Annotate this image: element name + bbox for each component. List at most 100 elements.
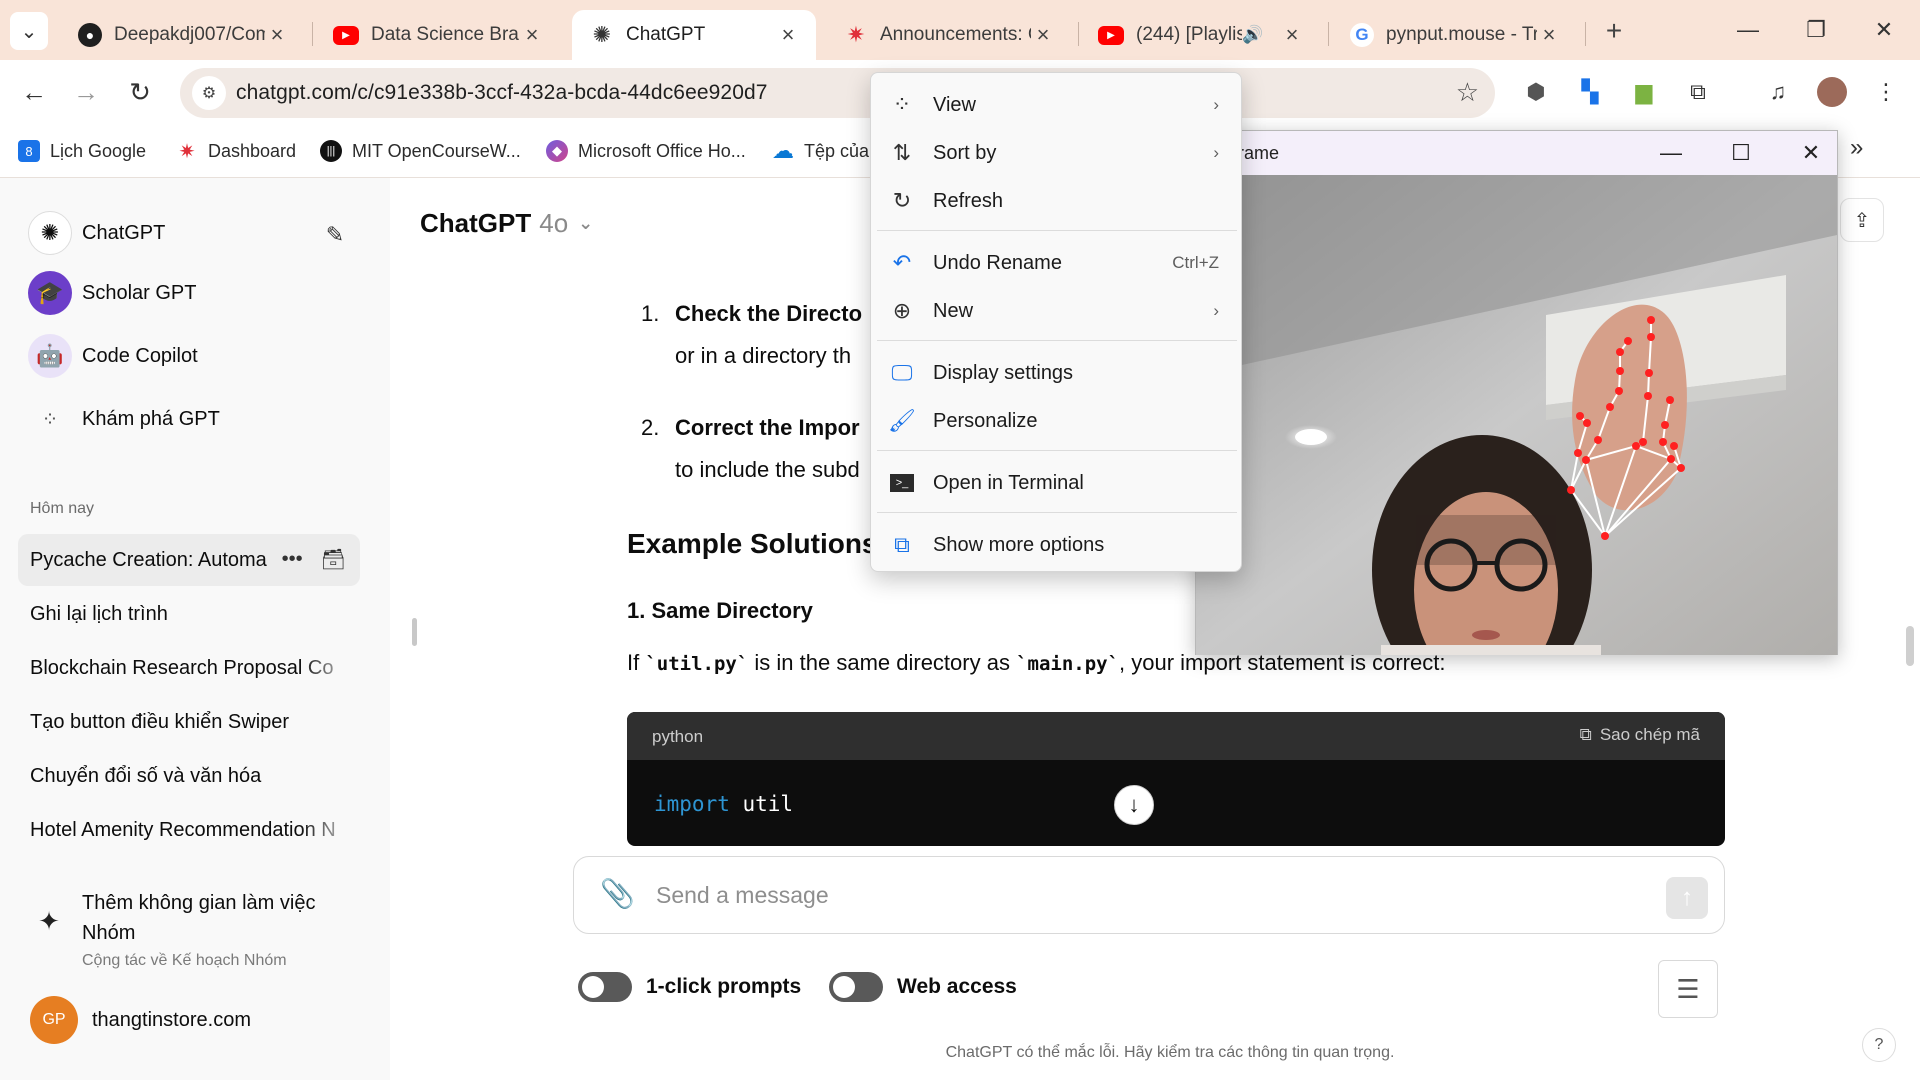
forward-button[interactable]: → xyxy=(64,70,108,114)
tab-search-button[interactable]: ⌄ xyxy=(10,12,48,50)
menu-item-label: Show more options xyxy=(933,533,1105,556)
sidebar-item-explore-gpts[interactable]: ⁘ Khám phá GPT xyxy=(28,394,220,444)
tab-pynput[interactable]: G pynput.mouse - Tr × xyxy=(1332,10,1577,60)
extension-box-icon[interactable]: ⬢ xyxy=(1518,74,1554,110)
history-item[interactable]: Blockchain Research Proposal Co xyxy=(18,642,360,694)
tab-title: Deepakdj007/Com xyxy=(114,24,265,45)
camera-frame-window[interactable]: rame — ☐ ✕ xyxy=(1195,130,1838,655)
menu-item-label: Sort by xyxy=(933,141,997,164)
back-button[interactable]: ← xyxy=(12,70,56,114)
menu-item-personalize[interactable]: 🖌 Personalize xyxy=(877,399,1237,443)
paperclip-icon[interactable]: 📎 xyxy=(600,877,635,910)
url-text[interactable]: chatgpt.com/c/c91e338b-3ccf-432a-bcda-44… xyxy=(236,81,768,105)
tab-title: pynput.mouse - Tr xyxy=(1386,24,1537,45)
share-button[interactable]: ⇪ xyxy=(1840,198,1884,242)
menu-item-view[interactable]: ⁘ View › xyxy=(877,83,1237,127)
menu-item-refresh[interactable]: ↻ Refresh xyxy=(877,179,1237,223)
bookmark-star-icon[interactable]: ☆ xyxy=(1456,77,1479,108)
copy-code-button[interactable]: ⧉ Sao chép mã xyxy=(1580,725,1700,745)
kebab-menu-icon[interactable]: ⋮ xyxy=(1868,74,1904,110)
restore-button[interactable]: ❐ xyxy=(1788,8,1844,52)
send-button[interactable]: ↑ xyxy=(1666,877,1708,919)
close-tab-icon[interactable]: × xyxy=(520,22,544,48)
model-selector[interactable]: ChatGPT 4o ⌄ xyxy=(420,208,593,239)
bookmark-mit[interactable]: ||| MIT OpenCourseW... xyxy=(320,136,521,166)
toggle-1-click-prompts[interactable]: 1-click prompts xyxy=(578,972,801,1002)
menu-item-show-more-options[interactable]: ⧉ Show more options xyxy=(877,523,1237,567)
help-button[interactable]: ? xyxy=(1862,1028,1896,1062)
toggle-switch[interactable] xyxy=(578,972,632,1002)
close-tab-icon[interactable]: × xyxy=(1280,22,1304,48)
minimize-icon[interactable]: — xyxy=(1643,135,1699,171)
close-icon[interactable]: ✕ xyxy=(1783,135,1839,171)
toggle-switch[interactable] xyxy=(829,972,883,1002)
close-tab-icon[interactable]: × xyxy=(1031,22,1055,48)
menu-item-display-settings[interactable]: 🖵 Display settings xyxy=(877,351,1237,395)
bookmark-onedrive[interactable]: ☁ Tệp của xyxy=(772,136,869,166)
maximize-icon[interactable]: ☐ xyxy=(1713,135,1769,171)
tab-chatgpt[interactable]: ✺ ChatGPT × xyxy=(572,10,816,60)
tab-playlist[interactable]: ▶ (244) [Playlist] 🔊 × xyxy=(1080,10,1320,60)
address-bar[interactable]: ⚙ chatgpt.com/c/c91e338b-3ccf-432a-bcda-… xyxy=(180,68,1495,118)
sidebar-item-chatgpt[interactable]: ✺ ChatGPT xyxy=(28,208,165,258)
sidebar-item-code-copilot[interactable]: 🤖 Code Copilot xyxy=(28,331,198,381)
history-item-label: Blockchain Research Proposal Co xyxy=(30,656,334,679)
share-icon: ⇪ xyxy=(1853,209,1871,232)
new-chat-button[interactable]: ✎ xyxy=(318,218,352,252)
dashboard-icon: ✷ xyxy=(178,140,196,163)
tab-data-science[interactable]: ▶ Data Science Brain × xyxy=(315,10,560,60)
history-item[interactable]: Chuyển đổi số và văn hóa xyxy=(18,750,360,802)
media-control-icon[interactable]: ♫ xyxy=(1760,74,1796,110)
code-content: import util xyxy=(654,792,793,816)
speaker-icon[interactable]: 🔊 xyxy=(1242,25,1266,45)
close-tab-icon[interactable]: × xyxy=(776,22,800,48)
extension-green-icon[interactable]: ▆ xyxy=(1626,74,1662,110)
close-tab-icon[interactable]: × xyxy=(265,22,289,48)
history-item[interactable]: Hotel Amenity Recommendation N xyxy=(18,804,360,856)
menu-item-new[interactable]: ⊕ New › xyxy=(877,289,1237,333)
sidebar-item-scholar-gpt[interactable]: 🎓 Scholar GPT xyxy=(28,268,196,318)
tab-announcements[interactable]: ✷ Announcements: C × xyxy=(826,10,1071,60)
history-item[interactable]: Ghi lại lịch trình xyxy=(18,588,360,640)
close-window-button[interactable]: ✕ xyxy=(1856,8,1912,52)
more-bookmarks-icon[interactable]: » xyxy=(1850,134,1863,162)
site-info-icon[interactable]: ⚙ xyxy=(192,76,226,110)
inline-code: `main.py` xyxy=(1016,653,1120,675)
scrollbar-thumb[interactable] xyxy=(1906,626,1914,666)
extensions-puzzle-icon[interactable]: ⧉ xyxy=(1680,74,1716,110)
history-item[interactable]: Tạo button điều khiển Swiper xyxy=(18,696,360,748)
bookmark-google-calendar[interactable]: 8 Lịch Google xyxy=(18,136,146,166)
close-tab-icon[interactable]: × xyxy=(1537,22,1561,48)
more-options-icon[interactable]: ••• xyxy=(282,548,303,571)
menu-separator xyxy=(877,230,1237,231)
menu-item-label: Undo Rename xyxy=(933,251,1062,274)
edit-icon: ✎ xyxy=(325,222,345,247)
user-menu[interactable]: GP thangtinstore.com xyxy=(30,996,251,1044)
menu-item-label: Open in Terminal xyxy=(933,471,1084,494)
profile-avatar-icon[interactable] xyxy=(1814,74,1850,110)
history-item-active[interactable]: Pycache Creation: Automa ••• 🗃 xyxy=(18,534,360,586)
sidebar-resize-handle[interactable] xyxy=(412,618,417,646)
toggle-label: 1-click prompts xyxy=(646,975,802,998)
list-item-heading: Correct the Impor xyxy=(675,415,860,440)
bookmark-dashboard[interactable]: ✷ Dashboard xyxy=(176,136,296,166)
toggle-web-access[interactable]: Web access xyxy=(829,972,1017,1002)
bookmark-office[interactable]: ◆ Microsoft Office Ho... xyxy=(546,136,746,166)
reload-button[interactable]: ↻ xyxy=(118,70,162,114)
settings-sliders-button[interactable]: ☰ xyxy=(1658,960,1718,1018)
arrow-up-icon: ↑ xyxy=(1681,884,1693,911)
arrow-down-icon: ↓ xyxy=(1128,792,1140,817)
archive-icon[interactable]: 🗃 xyxy=(321,547,346,572)
code-keyword: import xyxy=(654,792,730,816)
scroll-to-bottom-button[interactable]: ↓ xyxy=(1114,785,1154,825)
minimize-button[interactable]: — xyxy=(1720,8,1776,52)
new-tab-button[interactable]: + xyxy=(1595,12,1633,50)
menu-item-open-terminal[interactable]: >_ Open in Terminal xyxy=(877,461,1237,505)
message-input[interactable] xyxy=(656,875,1556,915)
menu-item-sort-by[interactable]: ⇅ Sort by › xyxy=(877,131,1237,175)
tab-github[interactable]: ● Deepakdj007/Com × xyxy=(60,10,305,60)
menu-item-undo-rename[interactable]: ↶ Undo Rename Ctrl+Z xyxy=(877,241,1237,285)
window-titlebar[interactable]: rame — ☐ ✕ xyxy=(1196,131,1837,175)
extension-trello-icon[interactable]: ▚ xyxy=(1572,74,1608,110)
refresh-icon: ↻ xyxy=(892,188,912,213)
